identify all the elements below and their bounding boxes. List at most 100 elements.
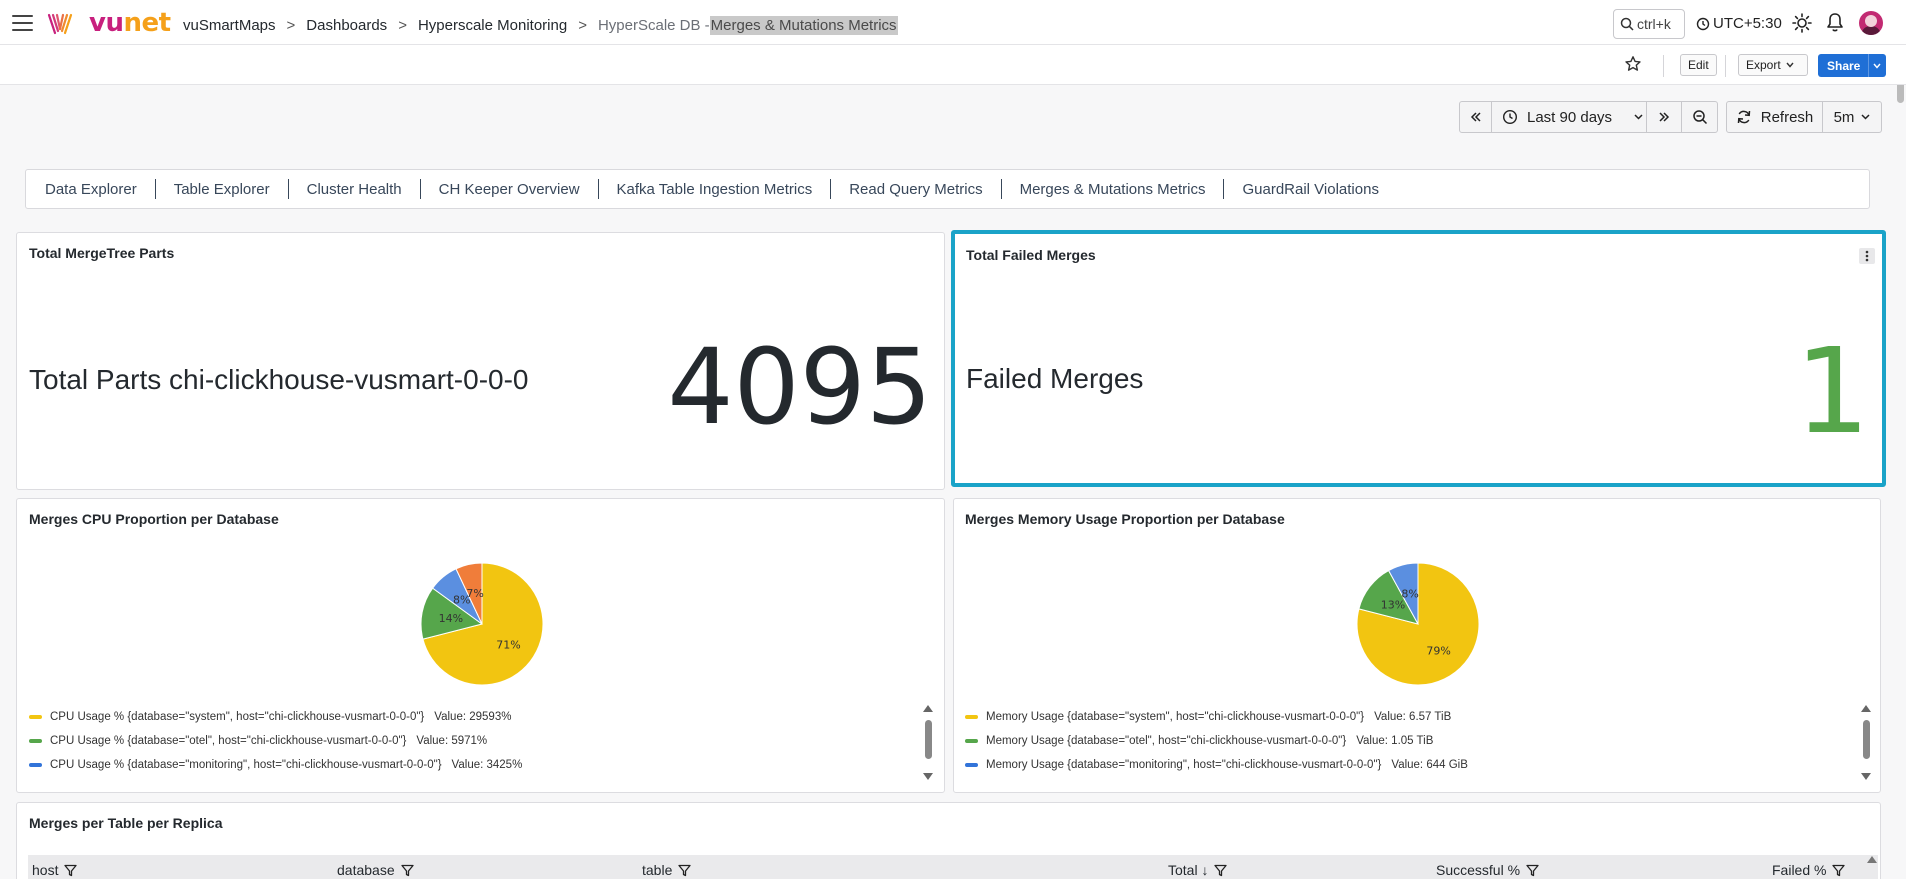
chevron-down-icon — [1786, 62, 1794, 68]
pie-slice-label: 13% — [1381, 599, 1405, 612]
top-navbar: vunet vuSmartMaps > Dashboards > Hypersc… — [0, 0, 1906, 45]
refresh-icon — [1737, 110, 1750, 124]
filter-icon[interactable] — [400, 864, 414, 877]
time-range-label: Last 90 days — [1527, 108, 1613, 126]
edit-button-label: Edit — [1688, 58, 1709, 72]
panel-menu-kebab-icon[interactable] — [1859, 248, 1875, 264]
column-header-failed-pct[interactable]: Failed % — [1772, 862, 1846, 878]
tab-read-query-metrics[interactable]: Read Query Metrics — [849, 181, 982, 198]
refresh-button[interactable]: Refresh — [1727, 102, 1823, 132]
time-shift-back-button[interactable] — [1460, 102, 1492, 132]
export-button-label: Export — [1746, 58, 1781, 72]
filter-icon[interactable] — [1832, 864, 1846, 877]
share-button[interactable]: Share — [1818, 54, 1886, 77]
panel-merges-cpu-proportion[interactable]: Merges CPU Proportion per Database 71% 14… — [16, 498, 945, 793]
user-avatar[interactable] — [1859, 11, 1883, 35]
breadcrumb-separator: > — [398, 17, 407, 34]
tab-divider — [1223, 179, 1225, 199]
scroll-up-arrow-icon[interactable] — [1861, 705, 1871, 712]
legend-item[interactable]: Memory Usage {database="system", host="c… — [965, 705, 1468, 729]
column-header-table[interactable]: table — [642, 862, 692, 878]
tab-divider — [287, 179, 289, 199]
stat-value: 4095 — [667, 326, 932, 448]
stat-label: Total Parts chi-clickhouse-vusmart-0-0-0 — [29, 364, 529, 395]
legend-item[interactable]: CPU Usage % {database="monitoring", host… — [29, 753, 522, 777]
dashboard-toolbar: Edit Export Share — [0, 45, 1906, 85]
tab-merges-mutations-metrics[interactable]: Merges & Mutations Metrics — [1020, 181, 1206, 198]
timezone-label: UTC+5:30 — [1713, 15, 1782, 32]
legend-item[interactable]: CPU Usage % {database="system", host="ch… — [29, 705, 522, 729]
panel-title: Total MergeTree Parts — [29, 245, 175, 261]
column-header-host[interactable]: host — [32, 862, 78, 878]
filter-icon[interactable] — [678, 864, 692, 877]
breadcrumb-current-dashboard: Merges & Mutations Metrics — [709, 16, 898, 35]
legend-scrollbar[interactable] — [923, 705, 933, 781]
time-shift-forward-button[interactable] — [1647, 102, 1682, 132]
dashboard-tabs: Data Explorer Table Explorer Cluster Hea… — [25, 169, 1870, 209]
table-scroll-up-arrow-icon[interactable] — [1867, 856, 1877, 863]
tab-data-explorer[interactable]: Data Explorer — [45, 181, 137, 198]
breadcrumb-hyperscale-monitoring[interactable]: Hyperscale Monitoring — [418, 17, 567, 34]
column-header-label: Failed % — [1772, 862, 1827, 878]
column-header-database[interactable]: database — [337, 862, 414, 878]
stat-value: 1 — [1794, 322, 1870, 460]
legend-scrollbar[interactable] — [1861, 705, 1871, 781]
legend-scrollbar-thumb[interactable] — [925, 720, 932, 759]
scroll-down-arrow-icon[interactable] — [923, 773, 933, 780]
filter-icon[interactable] — [1526, 864, 1539, 877]
time-range-picker: Last 90 days — [1459, 101, 1718, 133]
column-header-label: database — [337, 862, 395, 878]
legend-label: CPU Usage % {database="otel", host="chi-… — [50, 735, 407, 747]
export-button[interactable]: Export — [1738, 54, 1808, 76]
memory-pie-chart: 79% 13%8% — [1356, 562, 1480, 686]
chart-legend: CPU Usage % {database="system", host="ch… — [29, 705, 522, 777]
column-header-successful-pct[interactable]: Successful % — [1436, 862, 1539, 878]
search-button[interactable]: ctrl+k — [1613, 9, 1685, 39]
chart-legend: Memory Usage {database="system", host="c… — [965, 705, 1468, 777]
column-header-label: Total ↓ — [1168, 862, 1209, 878]
timezone-indicator[interactable]: UTC+5:30 — [1696, 15, 1782, 32]
time-range-dropdown[interactable]: Last 90 days — [1492, 102, 1647, 132]
scroll-down-arrow-icon[interactable] — [1861, 773, 1871, 780]
panel-total-mergetree-parts[interactable]: Total MergeTree Parts Total Parts chi-cl… — [16, 232, 945, 490]
refresh-interval-dropdown[interactable]: 5m — [1823, 102, 1881, 132]
chevron-down-icon — [1873, 63, 1881, 69]
breadcrumb: vuSmartMaps > Dashboards > Hyperscale Mo… — [183, 16, 898, 35]
tab-ch-keeper-overview[interactable]: CH Keeper Overview — [439, 181, 580, 198]
zoom-out-icon — [1692, 110, 1707, 125]
pie-slice-label: 8% — [1401, 587, 1418, 600]
double-chevron-left-icon — [1470, 112, 1481, 122]
breadcrumb-dashboards[interactable]: Dashboards — [306, 17, 387, 34]
theme-sun-icon[interactable] — [1792, 13, 1812, 33]
filter-icon[interactable] — [1214, 864, 1228, 877]
legend-value: Value: 6.57 TiB — [1374, 711, 1452, 723]
filter-icon[interactable] — [64, 864, 78, 877]
panel-merges-per-table-per-replica[interactable]: Merges per Table per Replica host databa… — [16, 802, 1881, 879]
vunet-logo-text: vunet — [89, 8, 171, 38]
panel-total-failed-merges[interactable]: Total Failed Merges Failed Merges 1 — [951, 230, 1886, 487]
legend-value: Value: 5971% — [416, 735, 488, 747]
tab-divider — [597, 179, 599, 199]
legend-item[interactable]: Memory Usage {database="otel", host="chi… — [965, 729, 1468, 753]
tab-table-explorer[interactable]: Table Explorer — [174, 181, 270, 198]
zoom-out-button[interactable] — [1682, 102, 1717, 132]
scroll-up-arrow-icon[interactable] — [923, 705, 933, 712]
legend-label: Memory Usage {database="monitoring", hos… — [986, 759, 1382, 771]
chevron-down-icon — [1861, 114, 1870, 120]
tab-kafka-table-ingestion-metrics[interactable]: Kafka Table Ingestion Metrics — [617, 181, 813, 198]
edit-button[interactable]: Edit — [1680, 54, 1717, 76]
legend-swatch — [965, 739, 978, 743]
tab-guardrail-violations[interactable]: GuardRail Violations — [1242, 181, 1378, 198]
menu-icon[interactable] — [12, 15, 33, 31]
share-dropdown-toggle[interactable] — [1868, 54, 1885, 77]
legend-value: Value: 29593% — [434, 711, 512, 723]
tab-cluster-health[interactable]: Cluster Health — [307, 181, 402, 198]
breadcrumb-vusmartmaps[interactable]: vuSmartMaps — [183, 17, 276, 34]
column-header-total[interactable]: Total ↓ — [1168, 862, 1228, 878]
panel-merges-memory-proportion[interactable]: Merges Memory Usage Proportion per Datab… — [953, 498, 1881, 793]
favorite-star-icon[interactable] — [1624, 55, 1642, 73]
legend-item[interactable]: Memory Usage {database="monitoring", hos… — [965, 753, 1468, 777]
notification-bell-icon[interactable] — [1826, 12, 1844, 33]
legend-scrollbar-thumb[interactable] — [1863, 720, 1870, 759]
legend-item[interactable]: CPU Usage % {database="otel", host="chi-… — [29, 729, 522, 753]
